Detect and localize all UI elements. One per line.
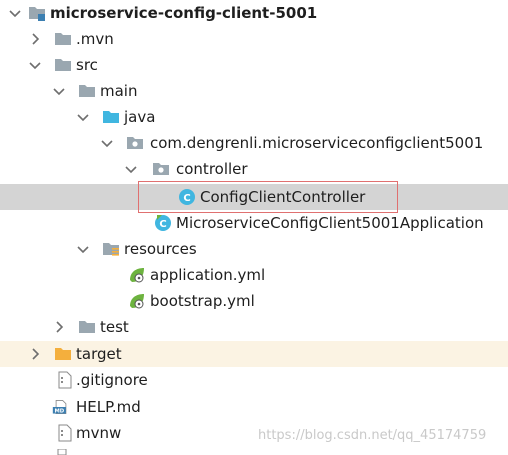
folder-icon [55,33,71,45]
svg-text:MD: MD [55,409,65,415]
chevron-down-icon[interactable] [52,84,66,98]
chevron-right-icon[interactable] [52,320,66,334]
tree-item-label: com.dengrenli.microserviceconfigclient50… [150,134,484,152]
tree-item-label: .gitignore [76,371,148,389]
tree-item-label: src [76,56,98,74]
tree-item-label: microservice-config-client-5001 [50,4,318,22]
tree-item-mvn[interactable]: .mvn [0,26,508,52]
text-file-icon [57,449,67,455]
tree-item-label: .mvn [76,30,114,48]
tree-item-package-root[interactable]: com.dengrenli.microserviceconfigclient50… [0,130,508,156]
tree-item-java[interactable]: java [0,104,508,130]
tree-item-src[interactable]: src [0,52,508,78]
tree-item-label: MicroserviceConfigClient5001Application [176,214,484,232]
tree-item-label: HELP.md [76,398,141,416]
tree-item-module-root[interactable]: microservice-config-client-5001 [0,0,508,26]
tree-item-label: main [100,82,138,100]
markdown-file-icon: MD [52,400,67,415]
module-folder-icon [29,7,45,21]
source-folder-icon [103,111,119,123]
chevron-down-icon[interactable] [8,6,22,20]
svg-text:C: C [159,219,166,230]
chevron-down-icon[interactable] [76,110,90,124]
tree-item-label: application.yml [150,266,266,284]
tree-item-controller[interactable]: controller [0,156,508,182]
tree-item-test[interactable]: test [0,314,508,340]
tree-item-label: controller [176,160,248,178]
highlight-annotation-box [138,181,398,213]
text-file-icon [58,371,72,389]
tree-item-main[interactable]: main [0,78,508,104]
package-icon [127,137,143,149]
chevron-right-icon[interactable] [28,347,42,361]
watermark-text: https://blog.csdn.net/qq_45174759 [258,428,487,443]
spring-yml-icon [130,294,144,309]
project-tree: microservice-config-client-5001 .mvn src… [0,0,508,455]
chevron-down-icon[interactable] [124,162,138,176]
chevron-down-icon[interactable] [100,136,114,150]
tree-item-application-yml[interactable]: application.yml [0,262,508,288]
tree-item-label: java [124,108,156,126]
text-file-icon [58,424,72,442]
tree-item-application-class[interactable]: C MicroserviceConfigClient5001Applicatio… [0,210,508,236]
chevron-down-icon[interactable] [28,58,42,72]
folder-icon [79,85,95,97]
package-icon [153,163,169,175]
chevron-down-icon[interactable] [76,242,90,256]
tree-item-gitignore[interactable]: .gitignore [0,367,508,393]
tree-item-help-md[interactable]: MD HELP.md [0,394,508,420]
tree-item-label: bootstrap.yml [150,292,255,310]
folder-icon [79,321,95,333]
excluded-folder-icon [55,348,71,360]
tree-item-label: mvnw [76,424,122,442]
tree-item-label: test [100,318,129,336]
resources-folder-icon [103,243,119,256]
tree-item-resources[interactable]: resources [0,236,508,262]
tree-item-label: target [76,345,122,363]
tree-item-bootstrap-yml[interactable]: bootstrap.yml [0,288,508,314]
folder-icon [55,59,71,71]
tree-item-target[interactable]: target [0,341,508,367]
chevron-right-icon[interactable] [28,32,42,46]
spring-yml-icon [130,268,144,283]
spring-boot-class-icon: C [155,215,171,231]
tree-item-label: resources [124,240,197,258]
